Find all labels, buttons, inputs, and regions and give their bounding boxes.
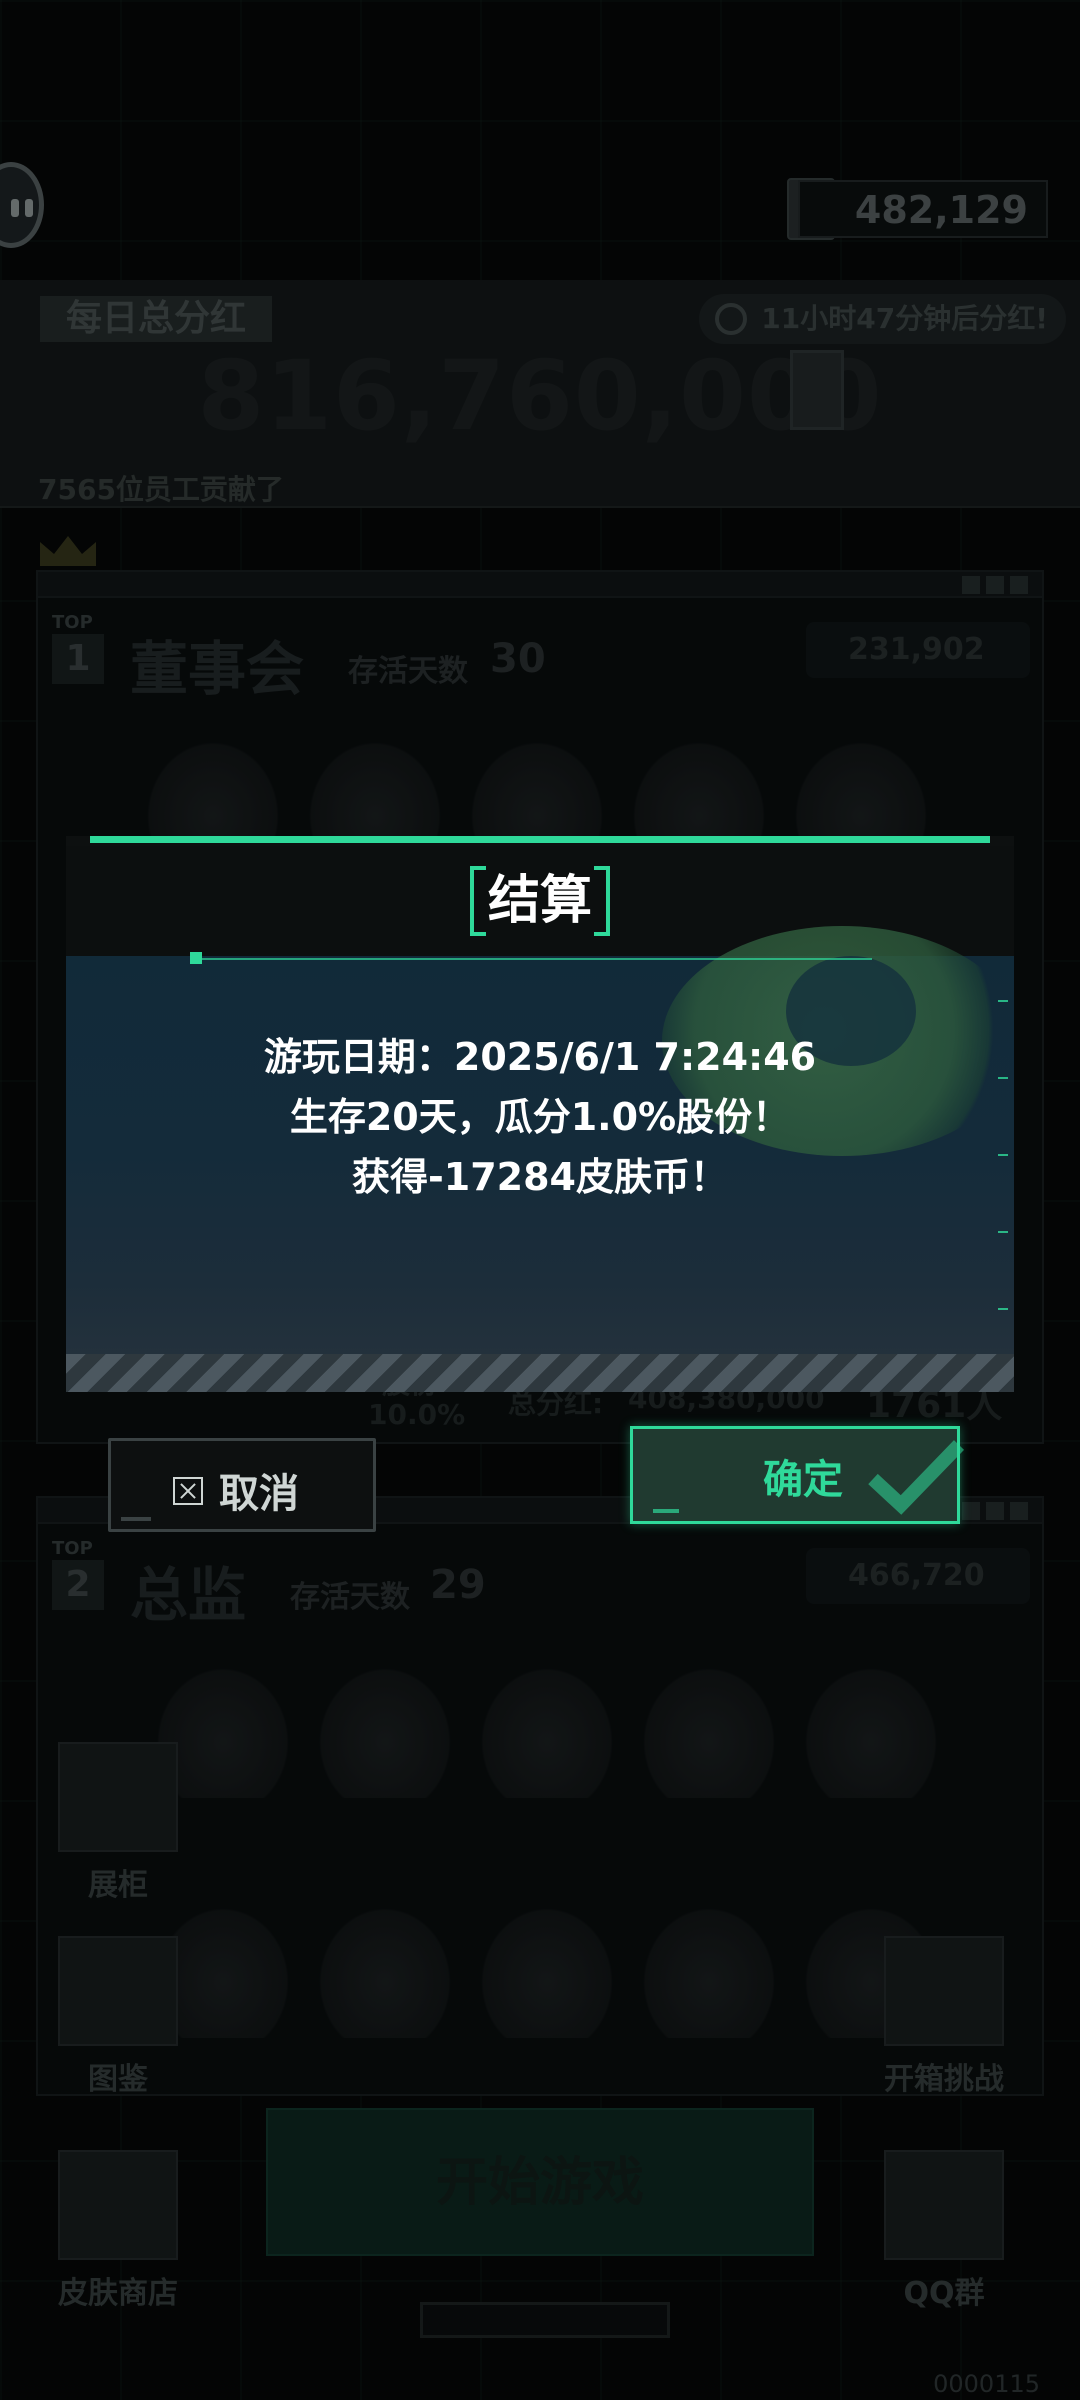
- accent-dot: [190, 952, 202, 964]
- decor-mark: [653, 1509, 679, 1513]
- cancel-label: 取消: [219, 1471, 299, 1517]
- confirm-button[interactable]: 确定: [630, 1426, 965, 1524]
- close-square-icon: [173, 1477, 203, 1505]
- game-screen: 482,129 每日总分红 11小时47分钟后分红! 816,760,000 7…: [0, 0, 1080, 2400]
- accent-bar: [90, 836, 990, 843]
- checkmark-icon: [868, 1440, 965, 1515]
- accent-line: [192, 958, 872, 960]
- hazard-stripe: [66, 1354, 1014, 1392]
- survival-text: 生存20天，瓜分1.0%股份！: [289, 1095, 791, 1139]
- settlement-dialog: 结算 游玩日期：2025/6/1 7:24:46 生存20天，瓜分1.0%股份！…: [66, 836, 1014, 1392]
- dialog-title: 结算: [469, 866, 611, 936]
- play-date-text: 游玩日期：2025/6/1 7:24:46: [263, 1035, 817, 1079]
- reward-text: 获得-17284皮肤币！: [352, 1155, 728, 1199]
- cancel-button[interactable]: 取消: [108, 1438, 376, 1532]
- dialog-body: 游玩日期：2025/6/1 7:24:46 生存20天，瓜分1.0%股份！ 获得…: [66, 926, 1014, 1392]
- confirm-label: 确定: [763, 1457, 843, 1503]
- decor-mark: [121, 1517, 151, 1521]
